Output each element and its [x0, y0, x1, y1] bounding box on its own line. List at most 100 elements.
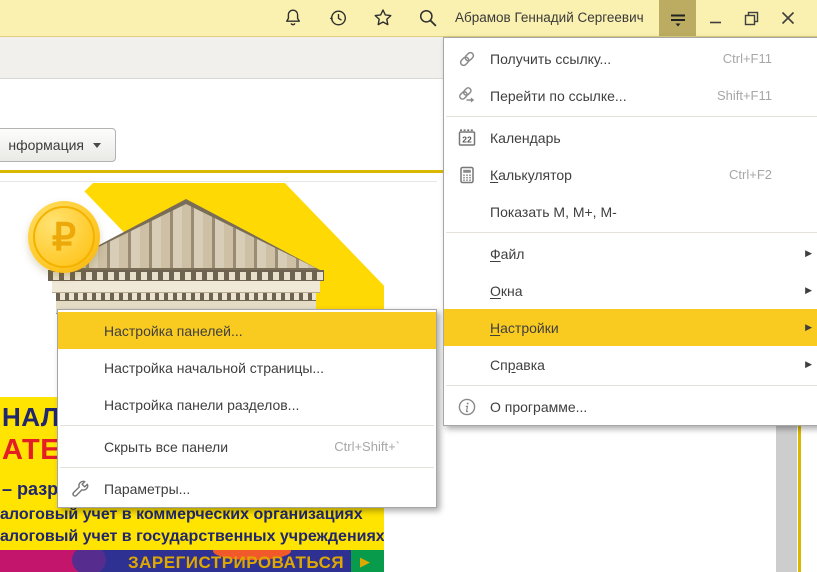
label-text: Настройка панели разделов...: [104, 397, 299, 413]
menu-item-sections-panel-setup[interactable]: Настройка панели разделов...: [58, 386, 436, 423]
menu-item-label: Настройка начальной страницы...: [104, 360, 324, 376]
submenu-arrow-icon: ▶: [805, 359, 812, 370]
ruble-coin: ₽: [28, 201, 100, 273]
search-icon[interactable]: [416, 6, 440, 30]
banner-subtitle: – разр: [2, 479, 58, 500]
menu-item-label: Окна: [490, 283, 523, 299]
label-text: О программе...: [490, 399, 587, 415]
menu-item-settings[interactable]: Настройки ▶: [444, 309, 817, 346]
menu-item-label: Справка: [490, 357, 545, 373]
menu-item-start-page-setup[interactable]: Настройка начальной страницы...: [58, 349, 436, 386]
label-text: авка: [516, 357, 545, 373]
restore-icon: [740, 6, 764, 30]
menu-separator: [446, 385, 817, 386]
calendar-day-number: 22: [462, 134, 472, 144]
access-key: Ф: [490, 246, 501, 262]
shortcut-label: Ctrl+F11: [723, 51, 772, 66]
chevron-down-icon: [93, 143, 101, 148]
menu-separator: [446, 232, 817, 233]
label-text: Настройка начальной страницы...: [104, 360, 324, 376]
menu-item-label: Настройка панели разделов...: [104, 397, 299, 413]
menu-item-calculator[interactable]: Калькулятор Ctrl+F2: [444, 156, 817, 193]
menu-item-show-m[interactable]: Показать М, М+, М-: [444, 193, 817, 230]
label-text: айл: [501, 246, 525, 262]
yellow-panel-edge: [798, 426, 801, 572]
label-text: кна: [501, 283, 523, 299]
label-text: Параметры...: [104, 481, 190, 497]
register-strip[interactable]: ЗАРЕГИСТРИРОВАТЬСЯ ▶: [0, 550, 384, 572]
close-icon: [776, 6, 800, 30]
label-text: астройки: [500, 320, 559, 336]
calendar-icon: 22: [444, 127, 490, 149]
goto-link-icon: [444, 85, 490, 107]
menu-item-label: Калькулятор: [490, 167, 572, 183]
menu-item-parameters[interactable]: Параметры...: [58, 470, 436, 507]
menu-separator: [60, 467, 434, 468]
menu-separator: [446, 116, 817, 117]
menu-item-label: Настройки: [490, 320, 559, 336]
building-cornice: [48, 270, 324, 281]
bell-icon[interactable]: [281, 6, 305, 30]
label-text: Календарь: [490, 130, 561, 146]
menu-item-hide-all-panels[interactable]: Скрыть все панели Ctrl+Shift+`: [58, 428, 436, 465]
label-text: Перейти по ссылке...: [490, 88, 627, 104]
building-band: [52, 281, 320, 293]
restore-button[interactable]: [736, 0, 768, 36]
minimize-button[interactable]: [700, 0, 732, 36]
vertical-scrollbar[interactable]: [776, 426, 797, 572]
register-arrow-icon: ▶: [360, 554, 370, 570]
menu-item-get-link[interactable]: Получить ссылку... Ctrl+F11: [444, 40, 817, 77]
purple-shape: [72, 550, 106, 572]
access-key: р: [508, 357, 516, 373]
label-text: Сп: [490, 357, 508, 373]
main-menu-button[interactable]: [659, 0, 696, 36]
shortcut-label: Ctrl+Shift+`: [334, 439, 400, 454]
ruble-sign: ₽: [33, 206, 95, 268]
menu-separator: [60, 425, 434, 426]
building-dentils: [56, 293, 316, 301]
panels-settings-submenu: Настройка панелей... Настройка начальной …: [57, 309, 437, 508]
access-key: О: [490, 283, 501, 299]
label-text: Скрыть все панели: [104, 439, 228, 455]
menu-item-calendar[interactable]: 22 Календарь: [444, 119, 817, 156]
wrench-icon: [58, 478, 104, 500]
information-button-label: нформация: [8, 137, 84, 153]
banner-text-line-1: алоговый учет в коммерческих организация…: [0, 506, 363, 524]
menu-item-file[interactable]: Файл▶: [444, 235, 817, 272]
menu-item-help[interactable]: Справка ▶: [444, 346, 817, 383]
menu-item-label: Параметры...: [104, 481, 190, 497]
menu-item-windows[interactable]: Окна ▶: [444, 272, 817, 309]
information-dropdown-button[interactable]: нформация: [0, 128, 116, 162]
menu-item-label: Перейти по ссылке...: [490, 88, 627, 104]
label-text: Показать М, М+, М-: [490, 204, 617, 220]
submenu-arrow-icon: ▶: [805, 322, 812, 333]
shortcut-label: Ctrl+F2: [729, 167, 772, 182]
menu-item-panels-setup[interactable]: Настройка панелей...: [58, 312, 436, 349]
history-icon[interactable]: [326, 6, 350, 30]
main-menu-icon: [666, 6, 690, 30]
current-user-label[interactable]: Абрамов Геннадий Сергеевич: [455, 0, 644, 36]
banner-headline-1: НАЛ: [2, 402, 60, 433]
menu-item-label: Показать М, М+, М-: [490, 204, 617, 220]
close-button[interactable]: [772, 0, 804, 36]
main-menu-dropdown: Получить ссылку... Ctrl+F11 Перейти по ссы…: [443, 37, 817, 426]
register-button-label[interactable]: ЗАРЕГИСТРИРОВАТЬСЯ: [128, 553, 344, 572]
minimize-icon: [704, 6, 728, 30]
menu-item-label: Файл: [490, 246, 524, 262]
menu-item-label: Получить ссылку...: [490, 51, 611, 67]
shortcut-label: Shift+F11: [717, 88, 772, 103]
menu-item-label: Настройка панелей...: [104, 323, 243, 339]
menu-item-label: О программе...: [490, 399, 587, 415]
label-text: Получить ссылку...: [490, 51, 611, 67]
access-key: К: [490, 167, 498, 183]
star-icon[interactable]: [371, 6, 395, 30]
label-text: Настройка панелей...: [104, 323, 243, 339]
info-icon: [444, 396, 490, 418]
link-icon: [444, 48, 490, 70]
panel-top-border: [0, 181, 437, 182]
menu-item-go-to-link[interactable]: Перейти по ссылке... Shift+F11: [444, 77, 817, 114]
banner-text-line-2: алоговый учет в государственных учрежден…: [0, 528, 384, 546]
menu-item-about[interactable]: О программе...: [444, 388, 817, 425]
calculator-icon: [444, 164, 490, 186]
submenu-arrow-icon: ▶: [805, 285, 812, 296]
